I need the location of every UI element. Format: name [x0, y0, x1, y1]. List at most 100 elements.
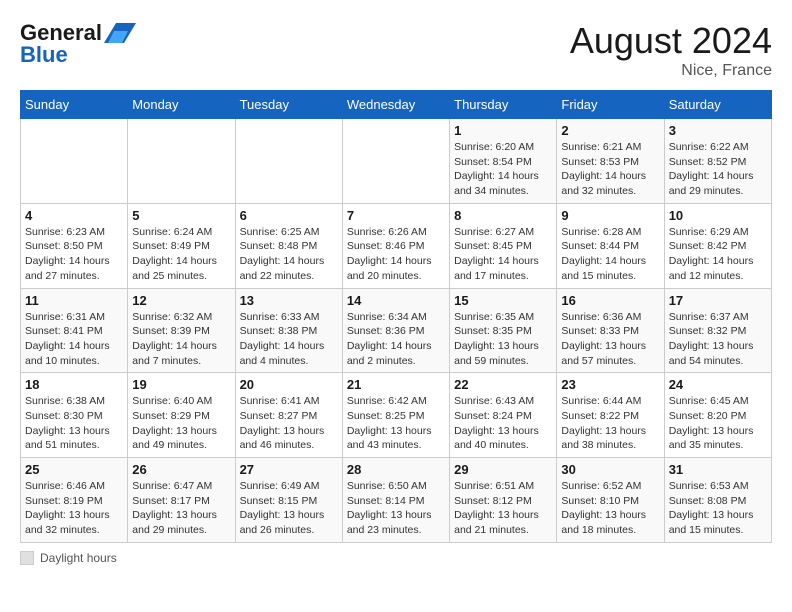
calendar-cell: 21Sunrise: 6:42 AMSunset: 8:25 PMDayligh…: [342, 373, 449, 458]
calendar-cell: [128, 119, 235, 204]
day-number: 2: [561, 123, 659, 138]
day-number: 19: [132, 377, 230, 392]
calendar-cell: 16 Sunrise: 6:36 AMSunset: 8:33 PMDayligh…: [557, 288, 664, 373]
calendar-cell: 1 Sunrise: 6:20 AMSunset: 8:54 PMDaylight…: [450, 119, 557, 204]
calendar-cell: 13 Sunrise: 6:33 AMSunset: 8:38 PMDayligh…: [235, 288, 342, 373]
day-header-thursday: Thursday: [450, 91, 557, 119]
calendar-cell: 31 Sunrise: 6:53 AMSunset: 8:08 PMDayligh…: [664, 458, 771, 543]
calendar-cell: 15Sunrise: 6:35 AMSunset: 8:35 PMDayligh…: [450, 288, 557, 373]
day-info: Sunrise: 6:24 AMSunset: 8:49 PMDaylight:…: [132, 225, 230, 284]
day-header-sunday: Sunday: [21, 91, 128, 119]
day-info: Sunrise: 6:37 AMSunset: 8:32 PMDaylight:…: [669, 310, 767, 369]
footer-box: [20, 551, 34, 565]
day-info: Sunrise: 6:22 AMSunset: 8:52 PMDaylight:…: [669, 140, 767, 199]
calendar-cell: 19 Sunrise: 6:40 AMSunset: 8:29 PMDayligh…: [128, 373, 235, 458]
calendar-cell: 26Sunrise: 6:47 AMSunset: 8:17 PMDayligh…: [128, 458, 235, 543]
day-number: 10: [669, 208, 767, 223]
day-info: Sunrise: 6:47 AMSunset: 8:17 PMDaylight:…: [132, 479, 230, 538]
day-number: 23: [561, 377, 659, 392]
location: Nice, France: [570, 62, 772, 80]
day-number: 22: [454, 377, 552, 392]
footer-label: Daylight hours: [40, 551, 117, 565]
day-number: 13: [240, 293, 338, 308]
calendar-cell: 25Sunrise: 6:46 AMSunset: 8:19 PMDayligh…: [21, 458, 128, 543]
day-number: 5: [132, 208, 230, 223]
calendar-cell: 27 Sunrise: 6:49 AMSunset: 8:15 PMDayligh…: [235, 458, 342, 543]
day-info: Sunrise: 6:40 AMSunset: 8:29 PMDaylight:…: [132, 394, 230, 453]
day-info: Sunrise: 6:34 AMSunset: 8:36 PMDaylight:…: [347, 310, 445, 369]
day-number: 4: [25, 208, 123, 223]
calendar-cell: 3 Sunrise: 6:22 AMSunset: 8:52 PMDaylight…: [664, 119, 771, 204]
day-number: 20: [240, 377, 338, 392]
day-number: 27: [240, 462, 338, 477]
day-number: 29: [454, 462, 552, 477]
day-header-wednesday: Wednesday: [342, 91, 449, 119]
week-row-5: 25Sunrise: 6:46 AMSunset: 8:19 PMDayligh…: [21, 458, 772, 543]
day-number: 14: [347, 293, 445, 308]
day-info: Sunrise: 6:21 AMSunset: 8:53 PMDaylight:…: [561, 140, 659, 199]
calendar-table: SundayMondayTuesdayWednesdayThursdayFrid…: [20, 90, 772, 543]
day-info: Sunrise: 6:28 AMSunset: 8:44 PMDaylight:…: [561, 225, 659, 284]
day-info: Sunrise: 6:50 AMSunset: 8:14 PMDaylight:…: [347, 479, 445, 538]
calendar-cell: 12 Sunrise: 6:32 AMSunset: 8:39 PMDayligh…: [128, 288, 235, 373]
day-number: 16: [561, 293, 659, 308]
day-number: 3: [669, 123, 767, 138]
logo-blue: Blue: [20, 42, 68, 68]
day-number: 31: [669, 462, 767, 477]
month-year: August 2024: [570, 20, 772, 62]
calendar-cell: 20 Sunrise: 6:41 AMSunset: 8:27 PMDayligh…: [235, 373, 342, 458]
calendar-cell: 8 Sunrise: 6:27 AMSunset: 8:45 PMDaylight…: [450, 203, 557, 288]
calendar-cell: [342, 119, 449, 204]
day-info: Sunrise: 6:33 AMSunset: 8:38 PMDaylight:…: [240, 310, 338, 369]
day-number: 25: [25, 462, 123, 477]
day-info: Sunrise: 6:23 AMSunset: 8:50 PMDaylight:…: [25, 225, 123, 284]
day-info: Sunrise: 6:31 AMSunset: 8:41 PMDaylight:…: [25, 310, 123, 369]
calendar-cell: [21, 119, 128, 204]
day-number: 8: [454, 208, 552, 223]
calendar-cell: 24 Sunrise: 6:45 AMSunset: 8:20 PMDayligh…: [664, 373, 771, 458]
page-header: General Blue August 2024 Nice, France: [20, 20, 772, 80]
calendar-cell: 7Sunrise: 6:26 AMSunset: 8:46 PMDaylight…: [342, 203, 449, 288]
day-info: Sunrise: 6:27 AMSunset: 8:45 PMDaylight:…: [454, 225, 552, 284]
week-row-1: 1 Sunrise: 6:20 AMSunset: 8:54 PMDaylight…: [21, 119, 772, 204]
day-info: Sunrise: 6:45 AMSunset: 8:20 PMDaylight:…: [669, 394, 767, 453]
header-row: SundayMondayTuesdayWednesdayThursdayFrid…: [21, 91, 772, 119]
calendar-cell: 9 Sunrise: 6:28 AMSunset: 8:44 PMDaylight…: [557, 203, 664, 288]
week-row-4: 18 Sunrise: 6:38 AMSunset: 8:30 PMDayligh…: [21, 373, 772, 458]
day-info: Sunrise: 6:38 AMSunset: 8:30 PMDaylight:…: [25, 394, 123, 453]
day-number: 18: [25, 377, 123, 392]
calendar-cell: 5 Sunrise: 6:24 AMSunset: 8:49 PMDaylight…: [128, 203, 235, 288]
day-number: 17: [669, 293, 767, 308]
day-info: Sunrise: 6:49 AMSunset: 8:15 PMDaylight:…: [240, 479, 338, 538]
day-number: 6: [240, 208, 338, 223]
day-info: Sunrise: 6:36 AMSunset: 8:33 PMDaylight:…: [561, 310, 659, 369]
day-info: Sunrise: 6:32 AMSunset: 8:39 PMDaylight:…: [132, 310, 230, 369]
day-info: Sunrise: 6:20 AMSunset: 8:54 PMDaylight:…: [454, 140, 552, 199]
day-info: Sunrise: 6:42 AMSunset: 8:25 PMDaylight:…: [347, 394, 445, 453]
day-number: 12: [132, 293, 230, 308]
day-info: Sunrise: 6:51 AMSunset: 8:12 PMDaylight:…: [454, 479, 552, 538]
day-info: Sunrise: 6:41 AMSunset: 8:27 PMDaylight:…: [240, 394, 338, 453]
day-info: Sunrise: 6:26 AMSunset: 8:46 PMDaylight:…: [347, 225, 445, 284]
calendar-cell: 18 Sunrise: 6:38 AMSunset: 8:30 PMDayligh…: [21, 373, 128, 458]
calendar-cell: 10Sunrise: 6:29 AMSunset: 8:42 PMDayligh…: [664, 203, 771, 288]
day-number: 1: [454, 123, 552, 138]
day-info: Sunrise: 6:53 AMSunset: 8:08 PMDaylight:…: [669, 479, 767, 538]
day-info: Sunrise: 6:35 AMSunset: 8:35 PMDaylight:…: [454, 310, 552, 369]
day-number: 28: [347, 462, 445, 477]
calendar-cell: 11Sunrise: 6:31 AMSunset: 8:41 PMDayligh…: [21, 288, 128, 373]
day-header-tuesday: Tuesday: [235, 91, 342, 119]
day-number: 24: [669, 377, 767, 392]
week-row-2: 4 Sunrise: 6:23 AMSunset: 8:50 PMDaylight…: [21, 203, 772, 288]
day-info: Sunrise: 6:43 AMSunset: 8:24 PMDaylight:…: [454, 394, 552, 453]
logo: General Blue: [20, 20, 136, 68]
calendar-cell: 14 Sunrise: 6:34 AMSunset: 8:36 PMDayligh…: [342, 288, 449, 373]
calendar-cell: 17 Sunrise: 6:37 AMSunset: 8:32 PMDayligh…: [664, 288, 771, 373]
day-info: Sunrise: 6:25 AMSunset: 8:48 PMDaylight:…: [240, 225, 338, 284]
day-header-friday: Friday: [557, 91, 664, 119]
calendar-cell: 2 Sunrise: 6:21 AMSunset: 8:53 PMDaylight…: [557, 119, 664, 204]
footer: Daylight hours: [20, 551, 772, 565]
month-title: August 2024 Nice, France: [570, 20, 772, 80]
day-info: Sunrise: 6:52 AMSunset: 8:10 PMDaylight:…: [561, 479, 659, 538]
day-number: 9: [561, 208, 659, 223]
